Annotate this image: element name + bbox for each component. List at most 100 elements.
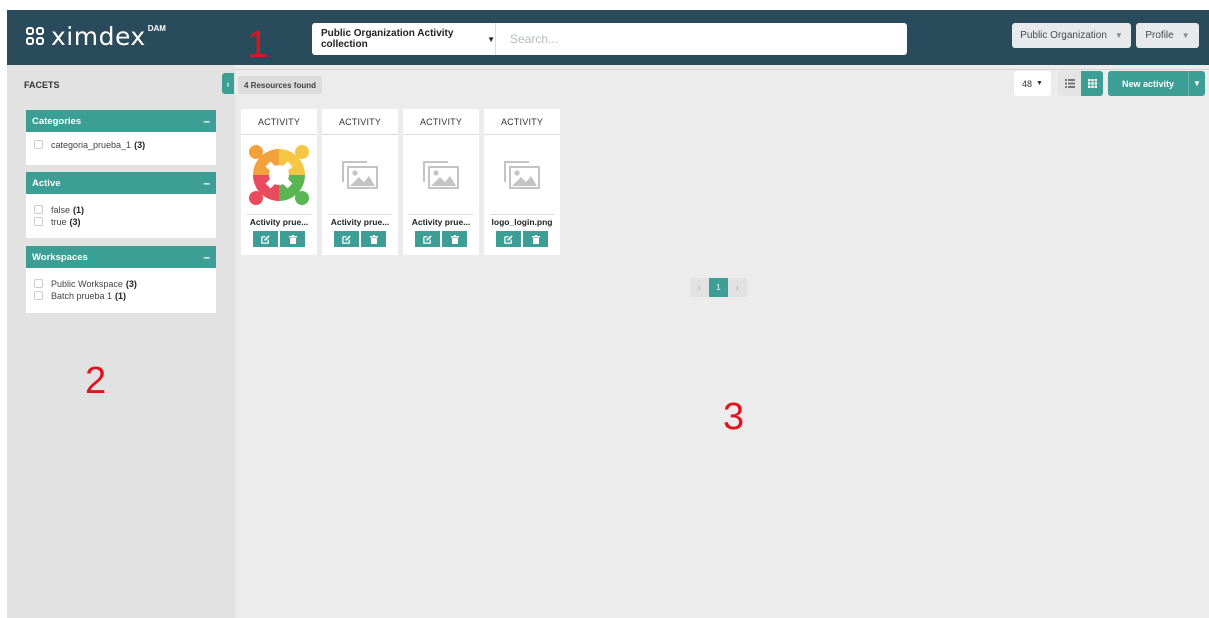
card-type-label: ACTIVITY	[241, 109, 317, 135]
annotation-1: 1	[247, 24, 269, 66]
resource-grid: ACTIVITY Activity prue... ACTIVITY Activ…	[241, 109, 565, 255]
checkbox[interactable]	[34, 205, 43, 214]
facet-option-label: true	[51, 216, 67, 227]
pagination: ‹ 1 ›	[690, 278, 747, 297]
card-thumbnail[interactable]	[322, 135, 398, 214]
collapse-sidebar-button[interactable]: ‹	[222, 73, 234, 94]
logo-text: ximdex	[51, 22, 146, 51]
checkbox[interactable]	[34, 291, 43, 300]
search-input[interactable]	[496, 23, 907, 55]
facet-option-count: (3)	[69, 216, 81, 227]
checkbox[interactable]	[34, 217, 43, 226]
trash-icon	[288, 234, 297, 244]
facet-option[interactable]: Public Workspace (3)	[34, 278, 208, 289]
checkbox[interactable]	[34, 279, 43, 288]
facet-option-label: Batch prueba 1	[51, 290, 113, 301]
facet-panel-workspaces: Workspaces – Public Workspace (3) Batch …	[26, 246, 216, 313]
edit-button[interactable]	[496, 231, 521, 247]
card-thumbnail[interactable]	[484, 135, 560, 214]
annotation-2: 2	[85, 360, 107, 402]
facet-option-label: categoria_prueba_1	[51, 139, 132, 150]
colorful-people-logo-icon	[249, 144, 309, 205]
facets-title: FACETS	[24, 80, 60, 90]
card-thumbnail[interactable]	[241, 135, 317, 214]
edit-icon	[261, 234, 270, 244]
divider	[235, 69, 1209, 70]
resource-card[interactable]: ACTIVITY logo_login.png	[484, 109, 560, 255]
facets-sidebar: FACETS ‹ Categories – categoria_prueba_1…	[7, 65, 235, 618]
profile-dropdown[interactable]: Profile ▼	[1136, 23, 1199, 48]
caret-down-icon: ▼	[1181, 31, 1190, 40]
facet-option-label: false	[51, 204, 71, 215]
logo-icon	[26, 27, 46, 47]
trash-icon	[450, 234, 459, 244]
resource-card[interactable]: ACTIVITY Activity prue...	[403, 109, 479, 255]
organization-dropdown[interactable]: Public Organization ▼	[1012, 23, 1131, 48]
caret-down-icon: ▼	[1193, 79, 1201, 88]
minus-icon[interactable]: –	[203, 250, 210, 264]
profile-label: Profile	[1145, 30, 1174, 41]
organization-label: Public Organization	[1020, 30, 1107, 41]
facet-panel-title: Active	[32, 177, 61, 189]
delete-button[interactable]	[442, 231, 467, 247]
facet-panel-title: Workspaces	[32, 251, 88, 263]
annotation-3: 3	[723, 396, 745, 438]
facet-panel-active: Active – false (1) true (3)	[26, 172, 216, 238]
grid-view-icon	[1087, 79, 1097, 88]
per-page-dropdown[interactable]: 48 ▼	[1014, 71, 1051, 96]
facet-option-count: (1)	[115, 290, 127, 301]
facet-option[interactable]: true (3)	[34, 216, 208, 227]
card-type-label: ACTIVITY	[484, 109, 560, 135]
list-view-button[interactable]	[1058, 71, 1081, 96]
card-type-label: ACTIVITY	[403, 109, 479, 135]
grid-view-button[interactable]	[1081, 71, 1103, 96]
facet-panel-header[interactable]: Workspaces –	[26, 246, 216, 268]
card-thumbnail[interactable]	[403, 135, 479, 214]
checkbox[interactable]	[34, 140, 43, 149]
resource-card[interactable]: ACTIVITY Activity prue...	[241, 109, 317, 255]
caret-down-icon: ▼	[487, 34, 495, 44]
main-content: 4 Resources found 48 ▼ New activity ▼ AC…	[235, 65, 1209, 618]
facet-option[interactable]: Batch prueba 1 (1)	[34, 290, 208, 301]
top-bar: ximdex DAM Public Organization Activity …	[7, 10, 1209, 65]
edit-icon	[342, 234, 351, 244]
delete-button[interactable]	[361, 231, 386, 247]
edit-button[interactable]	[253, 231, 278, 247]
card-name: Activity prue...	[409, 214, 473, 228]
logo[interactable]: ximdex DAM	[26, 20, 166, 54]
facet-option-count: (1)	[73, 204, 85, 215]
edit-button[interactable]	[334, 231, 359, 247]
facet-option-count: (3)	[134, 139, 146, 150]
facet-panel-categories: Categories – categoria_prueba_1 (3)	[26, 110, 216, 165]
app-frame: ximdex DAM Public Organization Activity …	[7, 10, 1209, 618]
pagination-next-button[interactable]: ›	[728, 278, 747, 297]
minus-icon[interactable]: –	[203, 114, 210, 128]
pagination-prev-button[interactable]: ‹	[690, 278, 709, 297]
minus-icon[interactable]: –	[203, 176, 210, 190]
new-activity-dropdown-toggle[interactable]: ▼	[1188, 71, 1205, 96]
image-placeholder-icon	[423, 160, 459, 189]
card-type-label: ACTIVITY	[322, 109, 398, 135]
caret-down-icon: ▼	[1114, 31, 1123, 40]
trash-icon	[531, 234, 540, 244]
caret-down-icon: ▼	[1036, 80, 1043, 87]
facet-option-label: Public Workspace	[51, 278, 123, 289]
card-name: Activity prue...	[328, 214, 392, 228]
per-page-value: 48	[1022, 78, 1033, 89]
resource-card[interactable]: ACTIVITY Activity prue...	[322, 109, 398, 255]
facet-panel-header[interactable]: Categories –	[26, 110, 216, 132]
delete-button[interactable]	[280, 231, 305, 247]
new-activity-button[interactable]: New activity	[1108, 71, 1188, 96]
edit-icon	[504, 234, 513, 244]
facet-panel-header[interactable]: Active –	[26, 172, 216, 194]
facet-option[interactable]: false (1)	[34, 204, 208, 215]
collection-label: Public Organization Activity collection	[321, 28, 454, 50]
edit-button[interactable]	[415, 231, 440, 247]
delete-button[interactable]	[523, 231, 548, 247]
trash-icon	[369, 234, 378, 244]
collection-selector[interactable]: Public Organization Activity collection …	[312, 23, 496, 55]
image-placeholder-icon	[342, 160, 378, 189]
pagination-page-button[interactable]: 1	[709, 278, 728, 297]
facet-option-count: (3)	[125, 278, 137, 289]
facet-option[interactable]: categoria_prueba_1 (3)	[34, 139, 208, 150]
